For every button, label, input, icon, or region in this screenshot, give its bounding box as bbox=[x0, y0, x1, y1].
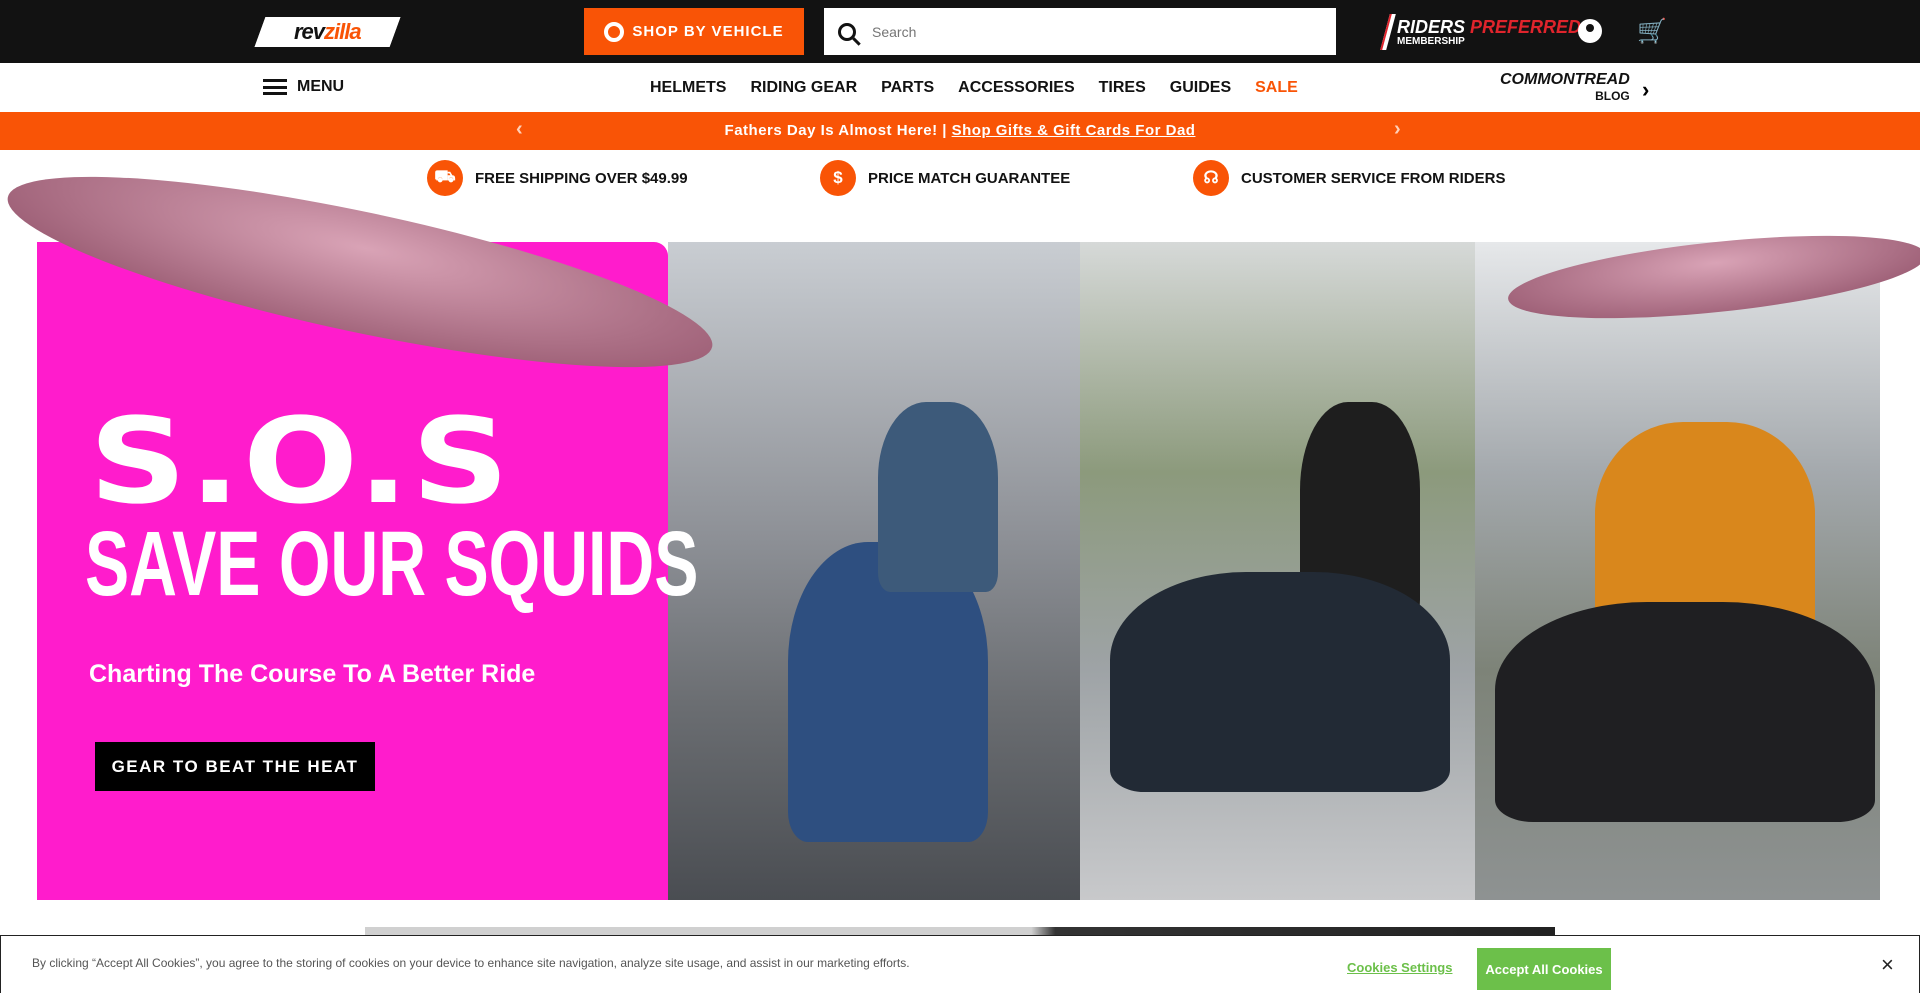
search-icon[interactable] bbox=[838, 22, 856, 41]
hero-title: S.O.S bbox=[89, 392, 512, 530]
hero-headline: SAVE OUR SQUIDS bbox=[85, 513, 699, 615]
riders-preferred-logo-mark bbox=[1380, 14, 1396, 50]
value-prop-price-match: $ PRICE MATCH GUARANTEE bbox=[820, 160, 1070, 196]
wheel-icon bbox=[604, 21, 625, 42]
nav-tires[interactable]: TIRES bbox=[1099, 79, 1146, 97]
value-prop-label: PRICE MATCH GUARANTEE bbox=[868, 169, 1071, 187]
accept-all-cookies-button[interactable]: Accept All Cookies bbox=[1477, 948, 1611, 990]
menu-label: MENU bbox=[297, 78, 345, 95]
promo-text: Fathers Day Is Almost Here! | bbox=[724, 122, 947, 139]
chevron-right-icon[interactable]: › bbox=[1642, 77, 1649, 103]
shop-by-vehicle-label: SHOP BY VEHICLE bbox=[632, 23, 784, 40]
hero-banner[interactable]: S.O.S SAVE OUR SQUIDS Charting The Cours… bbox=[0, 138, 1920, 900]
cookie-text: By clicking “Accept All Cookies”, you ag… bbox=[32, 956, 910, 970]
next-banner-preview bbox=[365, 927, 1555, 935]
promo-link[interactable]: Shop Gifts & Gift Cards For Dad bbox=[952, 122, 1196, 139]
nav-riding-gear[interactable]: RIDING GEAR bbox=[750, 79, 857, 97]
value-prop-label: CUSTOMER SERVICE FROM RIDERS bbox=[1241, 169, 1506, 187]
rider-shape bbox=[878, 402, 998, 592]
commontread-text: COMMONTREAD bbox=[1500, 71, 1630, 88]
nav-guides[interactable]: GUIDES bbox=[1170, 79, 1231, 97]
membership-text: MEMBERSHIP bbox=[1397, 35, 1465, 47]
cart-icon[interactable]: 🛒 bbox=[1637, 20, 1667, 44]
nav-helmets[interactable]: HELMETS bbox=[650, 79, 726, 97]
hero-photo-wheelie bbox=[668, 242, 1080, 900]
nav-accessories[interactable]: ACCESSORIES bbox=[958, 79, 1074, 97]
menu-button[interactable]: MENU bbox=[263, 78, 344, 96]
riders-text: RIDERS bbox=[1397, 16, 1466, 37]
motorcycle-shape bbox=[1110, 572, 1450, 792]
top-bar: revzilla SHOP BY VEHICLE RIDERS PREFERRE… bbox=[0, 0, 1920, 63]
hero-subtitle: Charting The Course To A Better Ride bbox=[89, 660, 536, 688]
blog-text: BLOG bbox=[1595, 89, 1630, 103]
gear-to-beat-the-heat-button[interactable]: GEAR TO BEAT THE HEAT bbox=[95, 742, 375, 791]
cookies-settings-button[interactable]: Cookies Settings bbox=[1347, 960, 1452, 975]
nav-parts[interactable]: PARTS bbox=[881, 79, 934, 97]
cookie-banner: By clicking “Accept All Cookies”, you ag… bbox=[0, 935, 1920, 993]
hero-photo-cruiser bbox=[1080, 242, 1475, 900]
motorcycle-shape bbox=[1495, 602, 1875, 822]
promo-next-icon[interactable]: › bbox=[1394, 118, 1401, 141]
promo-banner: ‹ Fathers Day Is Almost Here! | Shop Gif… bbox=[0, 112, 1920, 150]
hero-photo-couple bbox=[1475, 242, 1880, 900]
main-nav: MENU HELMETS RIDING GEAR PARTS ACCESSORI… bbox=[0, 63, 1920, 112]
value-prop-customer-service: ☊ CUSTOMER SERVICE FROM RIDERS bbox=[1193, 160, 1505, 196]
dollar-icon: $ bbox=[820, 160, 856, 196]
riders-preferred-link[interactable]: RIDERS PREFERRED MEMBERSHIP bbox=[1380, 14, 1582, 50]
value-prop-label: FREE SHIPPING OVER $49.99 bbox=[475, 169, 688, 187]
commontread-blog-link[interactable]: COMMONTREAD BLOG bbox=[1500, 72, 1630, 104]
revzilla-logo[interactable]: revzilla bbox=[254, 17, 401, 47]
search-input[interactable] bbox=[872, 23, 1312, 40]
preferred-text: PREFERRED bbox=[1470, 16, 1582, 37]
search-bar bbox=[824, 8, 1336, 55]
user-icon[interactable] bbox=[1578, 19, 1602, 43]
close-icon[interactable]: × bbox=[1881, 952, 1894, 978]
headset-icon: ☊ bbox=[1193, 160, 1229, 196]
hamburger-icon bbox=[263, 79, 287, 95]
value-prop-shipping: ⛟ FREE SHIPPING OVER $49.99 bbox=[427, 160, 688, 196]
nav-sale[interactable]: SALE bbox=[1255, 79, 1298, 97]
shop-by-vehicle-button[interactable]: SHOP BY VEHICLE bbox=[584, 8, 804, 55]
truck-icon: ⛟ bbox=[427, 160, 463, 196]
